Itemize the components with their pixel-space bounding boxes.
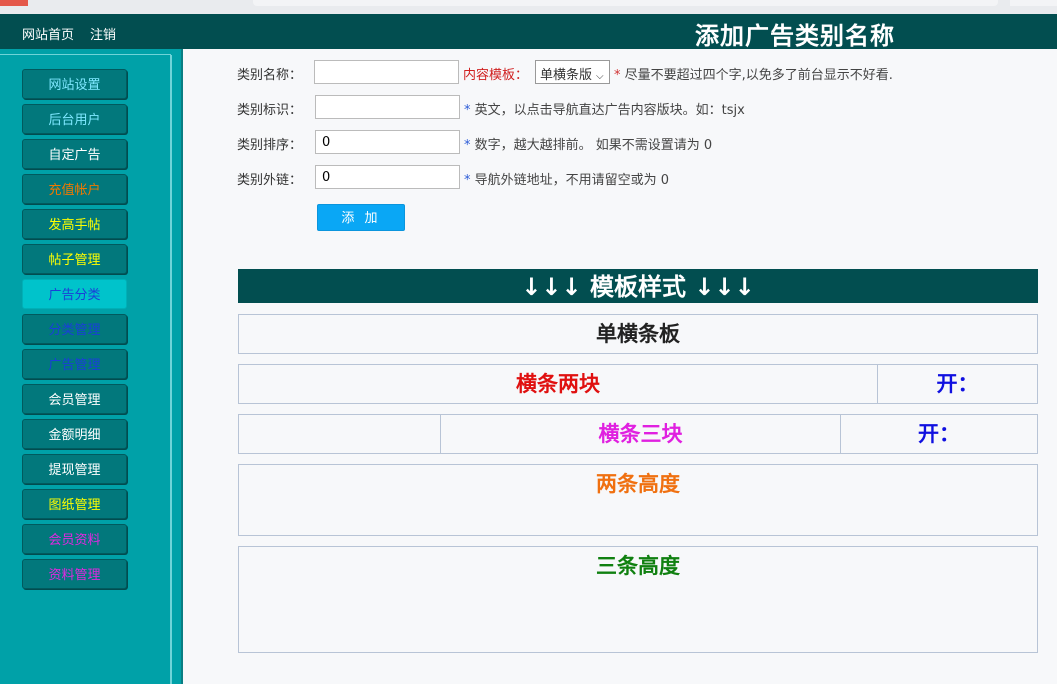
template-three-blocks-label: 横条三块 <box>440 415 840 453</box>
link-input[interactable] <box>315 165 460 189</box>
template-two-blocks-side: 开： <box>877 365 1037 403</box>
sort-input[interactable] <box>315 130 460 154</box>
top-header <box>0 14 1057 49</box>
sidebar-item[interactable]: 会员管理 <box>22 384 127 414</box>
browser-chrome <box>0 0 1057 14</box>
sidebar-item[interactable]: 资料管理 <box>22 559 127 589</box>
name-label: 类别名称： <box>237 68 303 83</box>
logout-link[interactable]: 注销 <box>90 28 116 43</box>
template-two-blocks: 横条两块 开： <box>238 364 1038 404</box>
sidebar-border <box>181 49 183 684</box>
browser-toolbar <box>1010 0 1057 6</box>
sidebar-item[interactable]: 自定广告 <box>22 139 127 169</box>
id-label: 类别标识： <box>237 103 303 118</box>
sidebar-divider <box>170 55 172 684</box>
chevron-down-icon: ⌵ <box>596 71 604 82</box>
name-input[interactable] <box>314 60 459 84</box>
sort-hint: * 数字，越大越排前。 如果不需设置请为 0 <box>464 134 712 153</box>
template-three-blocks-left <box>239 415 440 453</box>
sidebar-item[interactable]: 广告管理 <box>22 349 127 379</box>
sidebar-item[interactable]: 网站设置 <box>22 69 127 99</box>
sidebar-item[interactable]: 图纸管理 <box>22 489 127 519</box>
template-select-value: 单横条版 <box>540 68 593 83</box>
add-button[interactable]: 添 加 <box>317 204 405 231</box>
template-three-height: 三条高度 <box>238 546 1038 653</box>
sidebar-item[interactable]: 后台用户 <box>22 104 127 134</box>
name-hint: * 尽量不要超过四个字,以免多了前台显示不好看. <box>614 64 893 83</box>
id-hint: * 英文，以点击导航直达广告内容版块。如：tsjx <box>464 99 745 118</box>
address-bar[interactable] <box>253 0 998 6</box>
template-select[interactable]: 单横条版 ⌵ <box>535 60 610 84</box>
sidebar-item[interactable]: 会员资料 <box>22 524 127 554</box>
template-single: 单横条板 <box>238 314 1038 354</box>
template-two-blocks-label: 横条两块 <box>516 372 600 396</box>
template-three-height-label: 三条高度 <box>596 554 680 578</box>
name-hint-text: 尽量不要超过四个字,以免多了前台显示不好看. <box>620 68 893 83</box>
template-two-height: 两条高度 <box>238 464 1038 536</box>
template-single-label: 单横条板 <box>596 322 680 346</box>
link-label: 类别外链： <box>237 173 303 188</box>
link-hint: * 导航外链地址，不用请留空或为 0 <box>464 169 669 188</box>
sidebar-item[interactable]: 广告分类 <box>22 279 127 309</box>
sidebar-item[interactable]: 帖子管理 <box>22 244 127 274</box>
template-two-height-label: 两条高度 <box>596 472 680 496</box>
template-section-header: ↓↓↓ 模板样式 ↓↓↓ <box>238 269 1038 303</box>
id-hint-text: 英文，以点击导航直达广告内容版块。如：tsjx <box>470 103 745 118</box>
sort-label: 类别排序： <box>237 138 303 153</box>
sidebar-item[interactable]: 发高手帖 <box>22 209 127 239</box>
sidebar-item[interactable]: 提现管理 <box>22 454 127 484</box>
top-nav: 网站首页 注销 <box>22 24 132 43</box>
id-input[interactable] <box>315 95 460 119</box>
browser-tab-icon <box>0 0 28 6</box>
link-hint-text: 导航外链地址，不用请留空或为 0 <box>470 173 670 188</box>
page-title: 添加广告类别名称 <box>695 22 895 50</box>
sort-hint-text: 数字，越大越排前。 如果不需设置请为 0 <box>470 138 713 153</box>
sidebar-divider <box>0 54 171 55</box>
sidebar-item[interactable]: 金额明细 <box>22 419 127 449</box>
sidebar-item[interactable]: 充值帐户 <box>22 174 127 204</box>
sidebar-item[interactable]: 分类管理 <box>22 314 127 344</box>
template-three-blocks: 横条三块 开： <box>238 414 1038 454</box>
template-three-blocks-side: 开： <box>840 415 1037 453</box>
home-link[interactable]: 网站首页 <box>22 28 74 43</box>
template-label: 内容模板： <box>463 68 529 83</box>
